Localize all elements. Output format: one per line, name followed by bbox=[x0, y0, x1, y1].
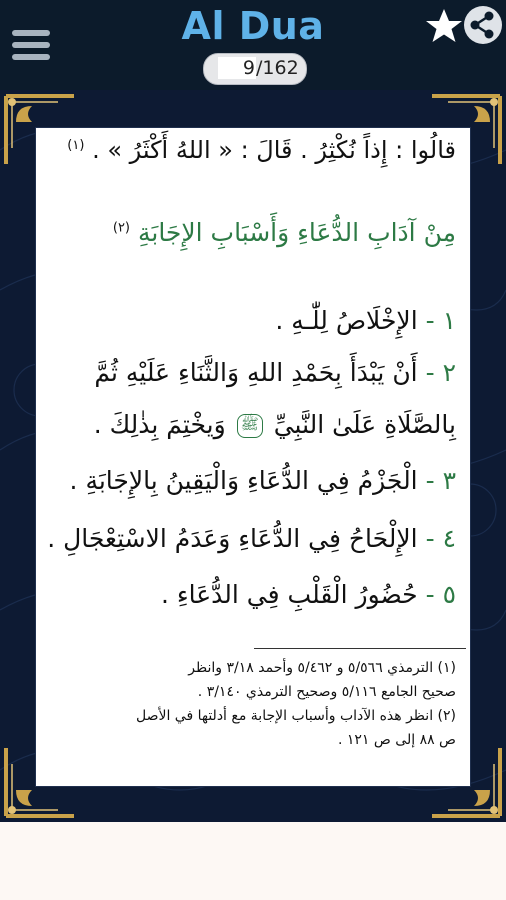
share-button[interactable] bbox=[462, 4, 504, 46]
list-item: ٢ - أَنْ يَبْدَأَ بِحَمْدِ اللهِ وَالثَّ… bbox=[94, 358, 456, 387]
total-pages: /162 bbox=[256, 57, 299, 79]
share-icon bbox=[464, 6, 502, 44]
quote-line: قالُوا : إِذاً نُكْثِرُ . قَالَ : « الله… bbox=[67, 136, 456, 164]
section-heading: مِنْ آدَابِ الدُّعَاءِ وَأَسْبَابِ الإِج… bbox=[113, 218, 456, 247]
footnote-ref-1: (١) bbox=[67, 138, 85, 153]
footnote-divider bbox=[254, 648, 466, 649]
item-number: ٥ bbox=[442, 580, 456, 609]
list-item: ١ - الإِخْلَاصُ لِلّٰـهِ . bbox=[275, 306, 456, 335]
list-item-continuation: بِالصَّلَاةِ عَلَىٰ النَّبِيِّ ﷺ وَيخْتِ… bbox=[94, 410, 456, 439]
item-text: حُضُورُ الْقَلْبِ فِي الدُّعَاءِ . bbox=[160, 580, 418, 609]
footnote-line: (٢) انظر هذه الآداب وأسباب الإجابة مع أد… bbox=[135, 708, 456, 724]
item-text: أَنْ يَبْدَأَ بِحَمْدِ اللهِ وَالثَّنَاء… bbox=[94, 358, 418, 387]
salla-ligature: ﷺ bbox=[236, 414, 263, 438]
item-text: الإِخْلَاصُ لِلّٰـهِ . bbox=[275, 306, 418, 335]
page-counter: 9 /162 bbox=[203, 53, 307, 85]
list-item: ٥ - حُضُورُ الْقَلْبِ فِي الدُّعَاءِ . bbox=[160, 580, 456, 609]
item-number: ٣ bbox=[442, 466, 456, 495]
item-number: ٤ bbox=[442, 524, 456, 553]
list-item: ٣ - الْجَزْمُ فِي الدُّعَاءِ وَالْيَقِين… bbox=[69, 466, 456, 495]
footnote-ref-2: (٢) bbox=[112, 220, 130, 236]
page-number-input[interactable]: 9 bbox=[218, 57, 256, 79]
item-number: ٢ bbox=[442, 358, 456, 387]
book-page: قالُوا : إِذاً نُكْثِرُ . قَالَ : « الله… bbox=[36, 128, 470, 786]
quote-text: قالُوا : إِذاً نُكْثِرُ . قَالَ : « الله… bbox=[92, 136, 456, 164]
footnote-line: (١) الترمذي ٥/٥٦٦ و ٥/٤٦٢ وأحمد ٣/١٨ وان… bbox=[188, 660, 456, 676]
favorite-button[interactable] bbox=[424, 6, 464, 46]
item-text: وَيخْتِمَ بِذٰلِكَ . bbox=[93, 410, 226, 439]
page-frame: قالُوا : إِذاً نُكْثِرُ . قَالَ : « الله… bbox=[0, 90, 506, 822]
list-item: ٤ - الإِلْحَاحُ فِي الدُّعَاءِ وَعَدَمُ … bbox=[47, 524, 456, 553]
item-text: الإِلْحَاحُ فِي الدُّعَاءِ وَعَدَمُ الاس… bbox=[47, 524, 418, 553]
item-text: الْجَزْمُ فِي الدُّعَاءِ وَالْيَقِينُ بِ… bbox=[69, 466, 418, 495]
app-header: Al Dua 9 /162 bbox=[0, 0, 506, 90]
item-number: ١ bbox=[442, 306, 456, 335]
footnote-line: صحيح الجامع ٥/١١٦ وصحيح الترمذي ٣/١٤٠ . bbox=[197, 684, 456, 700]
item-text: بِالصَّلَاةِ عَلَىٰ النَّبِيِّ bbox=[273, 410, 456, 439]
star-icon bbox=[426, 9, 462, 42]
bottom-blank-area bbox=[0, 822, 506, 900]
heading-text: مِنْ آدَابِ الدُّعَاءِ وَأَسْبَابِ الإِج… bbox=[137, 218, 456, 247]
footnote-line: ص ٨٨ إلى ص ١٢١ . bbox=[337, 732, 456, 748]
